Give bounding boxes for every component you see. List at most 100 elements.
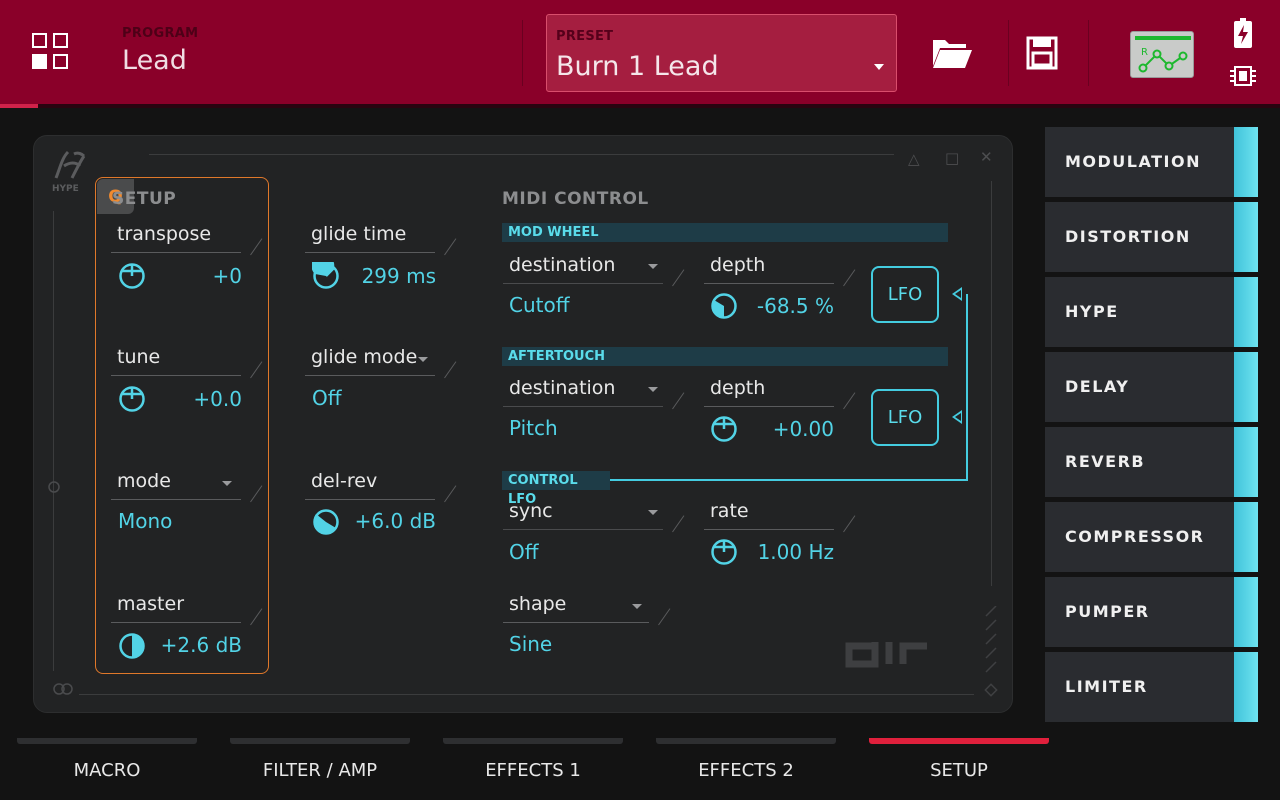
tune-value: +0.0 [193,387,242,411]
rate-knob[interactable] [710,538,738,566]
effect-distortion[interactable]: DISTORTION [1045,202,1258,272]
effect-reverb[interactable]: REVERB [1045,427,1258,497]
preset-name: Burn 1 Lead [556,51,719,82]
effect-label: LIMITER [1065,677,1148,696]
effect-modulation[interactable]: MODULATION [1045,127,1258,197]
divider [1008,20,1009,86]
master-label: master [117,593,185,615]
control-lfo-header: CONTROL LFO [502,471,610,507]
effect-enable-toggle[interactable] [1234,202,1258,272]
effect-enable-toggle[interactable] [1234,427,1258,497]
grid-icon[interactable] [32,33,70,71]
rate-value: 1.00 Hz [757,540,834,564]
mod-wheel-header: MOD WHEEL [502,223,948,242]
preset-selector[interactable]: PRESET Burn 1 Lead [546,14,897,92]
effect-hype[interactable]: HYPE [1045,277,1258,347]
tab-indicator [443,738,623,744]
effect-label: COMPRESSOR [1065,527,1205,546]
tab-label: EFFECTS 1 [485,760,581,781]
mod-wheel-depth-value: -68.5 % [756,294,834,318]
mod-wheel-lfo-button[interactable]: LFO [871,266,939,323]
chevron-down-icon [648,264,658,269]
chevron-down-icon [222,481,232,486]
hype-logo-icon [54,150,86,179]
aftertouch-lfo-button[interactable]: LFO [871,389,939,446]
tune-label: tune [117,346,161,368]
lfo-connector [610,479,968,481]
program-selector[interactable]: PROGRAM Lead [122,26,198,76]
arrow-left-icon [952,410,962,424]
preset-label: PRESET [556,29,614,44]
master-knob[interactable] [118,632,146,660]
del-rev-knob[interactable] [312,508,340,536]
tab-macro[interactable]: MACRO [17,738,197,800]
triangle-icon[interactable]: △ [908,150,920,168]
close-icon[interactable]: ✕ [980,148,993,166]
glide-mode-value[interactable]: Off [312,386,432,410]
transpose-knob[interactable] [118,262,146,290]
tab-label: MACRO [73,760,141,781]
effect-pumper[interactable]: PUMPER [1045,577,1258,647]
tab-indicator [17,738,197,744]
effect-limiter[interactable]: LIMITER [1045,652,1258,722]
setup-title: SETUP [112,189,177,209]
effect-enable-toggle[interactable] [1234,652,1258,722]
mod-wheel-depth-knob[interactable] [710,292,738,320]
tab-indicator [656,738,836,744]
resize-grip-icon[interactable] [984,606,1000,706]
chevron-down-icon [648,387,658,392]
save-icon[interactable] [1026,36,1058,70]
effect-label: MODULATION [1065,152,1201,171]
svg-text:R: R [1141,47,1148,58]
program-label: PROGRAM [122,26,199,41]
effect-label: HYPE [1065,302,1119,321]
folder-icon[interactable] [930,36,974,70]
effect-enable-toggle[interactable] [1234,352,1258,422]
effect-label: REVERB [1065,452,1146,471]
effect-enable-toggle[interactable] [1234,502,1258,572]
tab-effects-1[interactable]: EFFECTS 1 [443,738,623,800]
shape-value[interactable]: Sine [509,632,649,656]
tab-filter-amp[interactable]: FILTER / AMP [230,738,410,800]
sync-value[interactable]: Off [509,540,649,564]
header-bar: PROGRAM Lead PRESET Burn 1 Lead R [0,0,1280,106]
maximize-icon[interactable]: □ [945,149,959,167]
link-icon [53,683,73,695]
divider [1088,20,1089,86]
mod-wheel-destination-label: destination [509,254,616,276]
mod-wheel-depth-label: depth [710,254,766,276]
chevron-down-icon [648,510,658,515]
glide-time-knob[interactable] [312,262,340,290]
tune-knob[interactable] [118,385,146,413]
mode-label: mode [117,470,171,492]
brand-label: HYPE [52,184,79,194]
tab-label: FILTER / AMP [262,760,378,781]
mode-value[interactable]: Mono [118,509,238,533]
effect-enable-toggle[interactable] [1234,577,1258,647]
arrow-left-icon [952,287,962,301]
header-progress [0,104,1280,108]
divider [522,20,523,86]
midi-control-title: MIDI CONTROL [502,189,649,209]
tab-indicator [230,738,410,744]
effect-label: DISTORTION [1065,227,1191,246]
effect-compressor[interactable]: COMPRESSOR [1045,502,1258,572]
graph-icon[interactable]: R [1130,31,1194,78]
glide-time-label: glide time [311,223,407,245]
effect-delay[interactable]: DELAY [1045,352,1258,422]
aftertouch-destination-value[interactable]: Pitch [509,416,649,440]
program-name: Lead [122,45,187,76]
tab-label: SETUP [930,760,988,781]
aftertouch-depth-value: +0.00 [772,417,834,441]
aftertouch-header: AFTERTOUCH [502,347,948,366]
tab-indicator [869,738,1049,744]
tab-effects-2[interactable]: EFFECTS 2 [656,738,836,800]
effect-enable-toggle[interactable] [1234,277,1258,347]
tab-setup[interactable]: SETUP [869,738,1049,800]
mod-wheel-destination-value[interactable]: Cutoff [509,293,649,317]
effect-enable-toggle[interactable] [1234,127,1258,197]
aftertouch-depth-knob[interactable] [710,415,738,443]
air-logo-icon [845,642,927,668]
slider-handle-icon[interactable] [48,481,60,493]
master-value: +2.6 dB [160,633,242,657]
